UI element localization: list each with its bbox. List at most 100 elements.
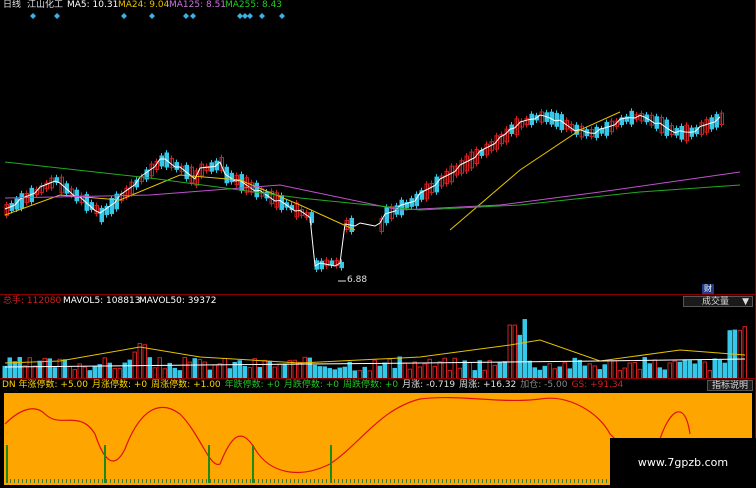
indicator-tick [250, 479, 251, 483]
volume-bar [142, 344, 147, 379]
kline-chart[interactable] [0, 0, 756, 294]
candle-body [679, 125, 684, 140]
volume-bar [192, 358, 197, 379]
indicator-tick [378, 479, 379, 483]
volume-bar [237, 360, 242, 379]
indicator-tick [502, 479, 503, 483]
ma24-readout: MA24: 9.04 [118, 0, 170, 10]
indicator-tick [438, 479, 439, 483]
kline-pane[interactable]: 日线 江山化工 MA5: 10.31 MA24: 9.04 MA125: 8.5… [0, 0, 756, 294]
indicator-tick [530, 479, 531, 483]
indicator-tick [398, 479, 399, 483]
candle-body [159, 155, 164, 167]
indicator-readouts: DN 年涨停数: +5.00 月涨停数: +0 周涨停数: +1.00 年跌停数: +… [2, 380, 627, 391]
volume-bar [727, 330, 732, 379]
indicator-tick [546, 479, 547, 483]
volume-bar [587, 363, 592, 379]
indicator-tick [166, 479, 167, 483]
indicator-tick [198, 479, 199, 483]
indicator-tick [170, 479, 171, 483]
indicator-tick [542, 479, 543, 483]
indicator-tick [494, 479, 495, 483]
indicator-tick [538, 479, 539, 483]
indicator-tick [466, 479, 467, 483]
indicator-tick [30, 479, 31, 483]
volume-bar [197, 359, 202, 379]
indicator-tick [162, 479, 163, 483]
volume-bar [62, 359, 67, 379]
candle-body [384, 206, 389, 224]
volume-chart[interactable] [0, 295, 756, 379]
indicator-tick [422, 479, 423, 483]
volume-bar [562, 362, 567, 379]
indicator-tick [106, 479, 107, 483]
candle-body [604, 121, 609, 136]
indicator-tick [434, 479, 435, 483]
indicator-help-button[interactable]: 指标说明 [707, 380, 753, 391]
indicator-tick [306, 479, 307, 483]
indicator-tick [430, 479, 431, 483]
volume-bar [127, 359, 132, 379]
candle-body [254, 182, 259, 198]
indicator-spike [330, 445, 332, 483]
total-volume-readout: 总手: 112080 [3, 296, 62, 306]
volume-bar [302, 356, 307, 379]
indicator-tick [134, 479, 135, 483]
volume-bar [397, 356, 402, 379]
candle-body [339, 261, 344, 269]
volume-bar [282, 363, 287, 379]
candle-body [554, 112, 559, 127]
volume-bar [182, 357, 187, 379]
indicator-tick [582, 479, 583, 483]
indicator-tick [266, 479, 267, 483]
event-marker-icon [190, 13, 196, 19]
indicator-tick [590, 479, 591, 483]
volume-bar [212, 364, 217, 379]
indicator-readout: 周跌停数: +0 [343, 380, 399, 390]
indicator-tick [298, 479, 299, 483]
indicator-tick [154, 479, 155, 483]
indicator-tick [226, 479, 227, 483]
volume-pane[interactable]: 总手: 112080 MAVOL5: 108813 MAVOL50: 39372… [0, 294, 756, 379]
ma255-readout: MA255: 8.43 [225, 0, 283, 10]
indicator-tick [490, 479, 491, 483]
indicator-tick [390, 479, 391, 483]
volume-bar [712, 358, 717, 379]
volume-bar [12, 361, 17, 379]
volume-bar [467, 362, 472, 379]
volume-bar [157, 357, 162, 379]
volume-bar [632, 361, 637, 379]
ma24-line [4, 174, 356, 231]
volume-bar [307, 357, 312, 379]
volume-bar [497, 361, 502, 379]
indicator-tick [150, 479, 151, 483]
indicator-tick [138, 479, 139, 483]
indicator-select-value: 成交量 [702, 297, 730, 307]
indicator-readout: GS: +91.34 [571, 380, 624, 390]
indicator-tick [310, 479, 311, 483]
indicator-tick [462, 479, 463, 483]
indicator-tick [478, 479, 479, 483]
indicator-tick [282, 479, 283, 483]
volume-bar [22, 365, 27, 379]
indicator-select[interactable]: 成交量 ▼ [683, 296, 753, 307]
indicator-spike [6, 445, 8, 483]
volume-bar [697, 359, 702, 379]
volume-bar [57, 358, 62, 379]
volume-bar [222, 357, 227, 379]
stock-name: 江山化工 [27, 0, 64, 10]
indicator-tick [146, 479, 147, 483]
volume-bar [97, 364, 102, 379]
indicator-tick [550, 479, 551, 483]
finance-badge[interactable]: 财 [702, 284, 714, 294]
indicator-tick [442, 479, 443, 483]
indicator-tick [102, 479, 103, 483]
indicator-tick [110, 479, 111, 483]
event-marker-icon [183, 13, 189, 19]
mavol5-line [4, 339, 746, 364]
indicator-readout: 月涨停数: +0 [92, 380, 148, 390]
indicator-readout: 周涨: +16.32 [459, 380, 517, 390]
event-marker-icon [54, 13, 60, 19]
indicator-tick [350, 479, 351, 483]
watermark: www.7gpzb.com [610, 438, 756, 487]
